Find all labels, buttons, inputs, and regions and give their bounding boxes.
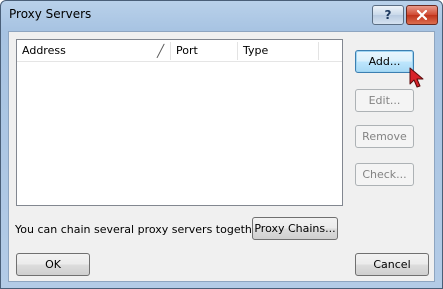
- proxy-servers-dialog: Proxy Servers ? Address ╱ Port Type Add.…: [0, 0, 443, 289]
- chain-label: You can chain several proxy servers toge…: [15, 223, 267, 236]
- cancel-button[interactable]: Cancel: [355, 253, 429, 276]
- column-header-port[interactable]: Port: [171, 40, 237, 62]
- close-icon: [417, 10, 427, 20]
- proxy-list[interactable]: Address ╱ Port Type: [16, 39, 343, 206]
- close-button[interactable]: [406, 5, 438, 25]
- column-resize-icon: ╱: [157, 44, 165, 58]
- ok-button[interactable]: OK: [16, 253, 90, 276]
- add-button[interactable]: Add...: [355, 50, 414, 73]
- column-header-type[interactable]: Type: [238, 40, 318, 62]
- column-header-address[interactable]: Address: [17, 40, 170, 62]
- mouse-pointer-icon: [409, 67, 424, 88]
- edit-button[interactable]: Edit...: [355, 89, 414, 112]
- check-button[interactable]: Check...: [355, 163, 414, 186]
- list-header: Address ╱ Port Type: [17, 40, 342, 62]
- remove-button[interactable]: Remove: [355, 125, 414, 148]
- title-bar[interactable]: Proxy Servers ?: [1, 1, 442, 31]
- column-divider[interactable]: [318, 42, 319, 60]
- window-title: Proxy Servers: [9, 7, 92, 21]
- help-icon: ?: [384, 8, 392, 22]
- dialog-content: Address ╱ Port Type Add... Edit... Remov…: [8, 31, 435, 282]
- help-button[interactable]: ?: [372, 5, 404, 25]
- proxy-chains-button[interactable]: Proxy Chains...: [252, 217, 338, 240]
